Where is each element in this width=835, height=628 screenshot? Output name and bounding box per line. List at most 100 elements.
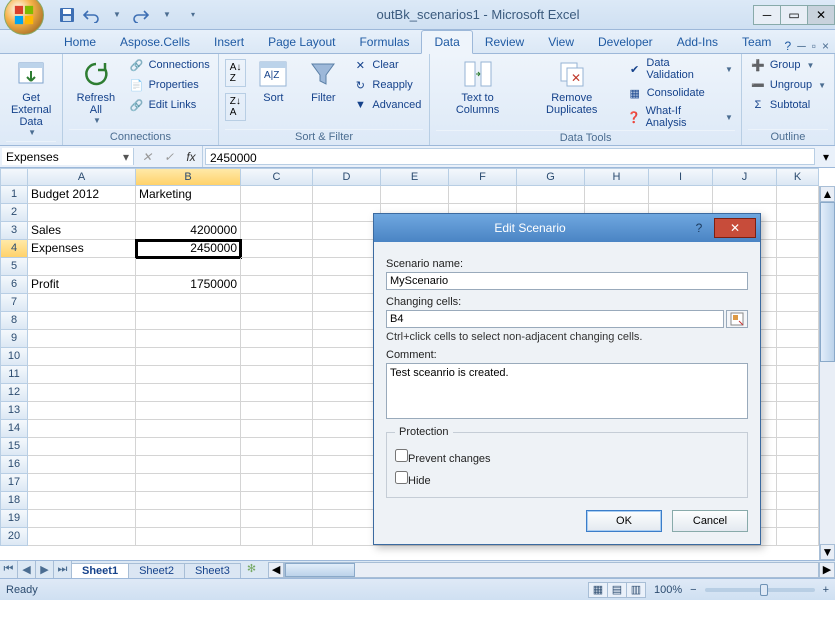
cell[interactable]	[241, 312, 313, 330]
cell[interactable]	[28, 420, 136, 438]
cell[interactable]	[28, 294, 136, 312]
tab-formulas[interactable]: Formulas	[347, 31, 421, 53]
cell[interactable]	[28, 456, 136, 474]
cell[interactable]	[136, 330, 241, 348]
page-layout-view-button[interactable]: ▤	[607, 582, 627, 598]
cell[interactable]	[313, 240, 381, 258]
cell[interactable]	[313, 330, 381, 348]
sort-button[interactable]: A|Z Sort	[250, 56, 296, 106]
enter-formula-icon[interactable]: ✓	[158, 150, 180, 164]
cell[interactable]	[241, 420, 313, 438]
horizontal-scrollbar[interactable]: ◀ ▶	[268, 561, 835, 578]
first-sheet-button[interactable]: ⏮	[0, 561, 18, 578]
cell[interactable]	[28, 312, 136, 330]
redo-icon[interactable]	[132, 6, 150, 24]
col-header-B[interactable]: B	[136, 168, 241, 186]
cell[interactable]	[241, 402, 313, 420]
cell[interactable]	[313, 186, 381, 204]
reapply-button[interactable]: ↻Reapply	[350, 76, 423, 94]
cell[interactable]	[136, 492, 241, 510]
dialog-close-button[interactable]: ✕	[714, 218, 756, 238]
edit-links-button[interactable]: 🔗Edit Links	[127, 96, 212, 114]
zoom-knob[interactable]	[760, 584, 768, 596]
cell[interactable]	[777, 276, 819, 294]
text-to-columns-button[interactable]: Text to Columns	[436, 56, 518, 118]
advanced-button[interactable]: ▼Advanced	[350, 96, 423, 114]
cell[interactable]	[241, 276, 313, 294]
prevent-changes-checkbox[interactable]	[395, 449, 408, 462]
cell[interactable]: 2450000	[136, 240, 241, 258]
cell[interactable]	[313, 258, 381, 276]
vertical-scrollbar[interactable]: ▲ ▼	[819, 186, 835, 560]
row-header-14[interactable]: 14	[0, 420, 28, 438]
cell[interactable]	[313, 348, 381, 366]
hscroll-thumb[interactable]	[285, 563, 355, 577]
row-header-2[interactable]: 2	[0, 204, 28, 222]
scroll-right-icon[interactable]: ▶	[819, 562, 835, 578]
minimize-button[interactable]: ─	[753, 5, 781, 25]
cell[interactable]: Expenses	[28, 240, 136, 258]
cell[interactable]	[28, 492, 136, 510]
cell[interactable]	[241, 528, 313, 546]
cell[interactable]	[313, 222, 381, 240]
row-header-16[interactable]: 16	[0, 456, 28, 474]
name-box[interactable]: Expenses ▾	[2, 148, 134, 165]
row-header-8[interactable]: 8	[0, 312, 28, 330]
cell[interactable]	[313, 438, 381, 456]
cell[interactable]	[777, 528, 819, 546]
cell[interactable]	[136, 510, 241, 528]
row-header-10[interactable]: 10	[0, 348, 28, 366]
cell[interactable]	[136, 312, 241, 330]
close-workbook-icon[interactable]: ×	[822, 39, 829, 53]
cancel-button[interactable]: Cancel	[672, 510, 748, 532]
what-if-button[interactable]: ❓What-If Analysis▼	[625, 104, 735, 130]
cell[interactable]	[241, 240, 313, 258]
cell[interactable]	[28, 510, 136, 528]
col-header-C[interactable]: C	[241, 168, 313, 186]
cell[interactable]	[381, 186, 449, 204]
col-header-I[interactable]: I	[649, 168, 713, 186]
cell[interactable]	[241, 474, 313, 492]
col-header-E[interactable]: E	[381, 168, 449, 186]
cell[interactable]	[136, 258, 241, 276]
cell[interactable]	[136, 294, 241, 312]
cell[interactable]	[777, 492, 819, 510]
tab-developer[interactable]: Developer	[586, 31, 665, 53]
row-header-17[interactable]: 17	[0, 474, 28, 492]
cell[interactable]	[28, 204, 136, 222]
cell[interactable]	[777, 456, 819, 474]
cell[interactable]	[777, 402, 819, 420]
zoom-out-button[interactable]: −	[690, 584, 696, 596]
data-validation-button[interactable]: ✔Data Validation▼	[625, 56, 735, 82]
cell[interactable]	[136, 366, 241, 384]
cell[interactable]	[313, 384, 381, 402]
cell[interactable]	[241, 510, 313, 528]
row-header-12[interactable]: 12	[0, 384, 28, 402]
cell[interactable]	[136, 402, 241, 420]
cell[interactable]	[313, 420, 381, 438]
cell[interactable]	[777, 186, 819, 204]
cell[interactable]	[28, 366, 136, 384]
cell[interactable]	[136, 420, 241, 438]
cell[interactable]	[517, 186, 585, 204]
cell[interactable]	[136, 528, 241, 546]
expand-formula-bar[interactable]: ▾	[817, 146, 835, 167]
cell[interactable]	[313, 276, 381, 294]
cell[interactable]	[313, 474, 381, 492]
cell[interactable]	[777, 510, 819, 528]
cell[interactable]: 4200000	[136, 222, 241, 240]
cell[interactable]	[28, 402, 136, 420]
tab-asposecells[interactable]: Aspose.Cells	[108, 31, 202, 53]
cell[interactable]	[241, 294, 313, 312]
properties-button[interactable]: 📄Properties	[127, 76, 212, 94]
cell[interactable]: Marketing	[136, 186, 241, 204]
cell[interactable]	[241, 492, 313, 510]
cell[interactable]	[313, 510, 381, 528]
clear-button[interactable]: ✕Clear	[350, 56, 423, 74]
cell[interactable]	[136, 438, 241, 456]
filter-button[interactable]: Filter	[300, 56, 346, 106]
cell[interactable]	[777, 366, 819, 384]
tab-addins[interactable]: Add-Ins	[665, 31, 730, 53]
cell[interactable]	[777, 330, 819, 348]
cell[interactable]	[313, 492, 381, 510]
